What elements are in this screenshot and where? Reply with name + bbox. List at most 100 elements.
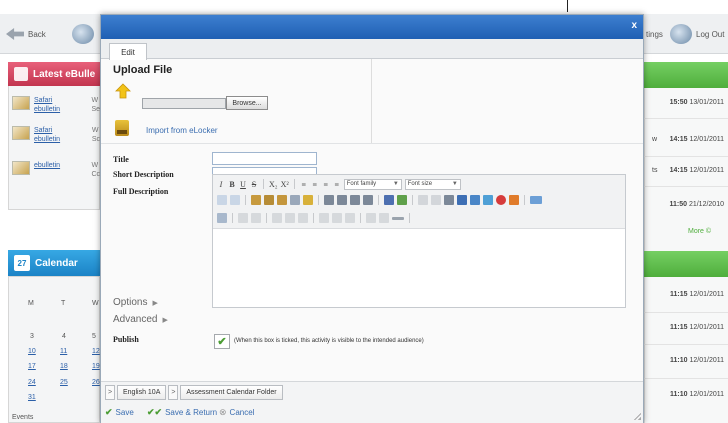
align-center-icon[interactable]: ≡ (311, 180, 319, 189)
breadcrumb-course[interactable]: English 10A (117, 385, 167, 400)
outdent-icon[interactable] (350, 195, 360, 205)
bulletin-link[interactable]: ebulletin (34, 161, 60, 170)
highlight-color-icon[interactable] (397, 195, 407, 205)
calendar-day[interactable]: 19 (92, 363, 100, 370)
subscript-button[interactable]: X₂ (269, 180, 278, 189)
bulletin-link[interactable]: Safari ebulletin (34, 96, 60, 114)
insert-chart-icon[interactable] (457, 195, 467, 205)
align-right-icon[interactable]: ≡ (322, 180, 330, 189)
merge-cells-icon[interactable] (379, 213, 389, 223)
select-all-icon[interactable] (290, 195, 300, 205)
activity-row[interactable]: 11:15 12/01/2011 (652, 291, 728, 298)
bulletin-item[interactable]: Safari ebulletin W Se (12, 96, 100, 118)
activity-row[interactable]: 11:10 12/01/2011 (652, 357, 728, 364)
numbered-list-icon[interactable] (337, 195, 347, 205)
cell-props-icon[interactable] (251, 213, 261, 223)
activity-row[interactable]: 11:15 12/01/2011 (652, 324, 728, 331)
calendar-day[interactable]: 17 (28, 363, 36, 370)
save-button[interactable]: ✔ Save (105, 407, 134, 418)
insert-col-before-icon[interactable] (319, 213, 329, 223)
align-left-icon[interactable]: ≡ (300, 180, 308, 189)
anchor-icon[interactable] (431, 195, 441, 205)
clean-icon[interactable] (303, 195, 313, 205)
bulletin-item[interactable]: ebulletin W Cc (12, 161, 100, 183)
bulletin-item[interactable]: Safari ebulletin W Sc (12, 126, 100, 148)
logout-button[interactable]: Log Out (670, 20, 724, 48)
activity-row[interactable]: 11:50 21/12/2010 (652, 201, 728, 208)
paste-icon[interactable] (251, 195, 261, 205)
calendar-day[interactable]: 26 (92, 379, 100, 386)
calendar-day[interactable]: 18 (60, 363, 68, 370)
calendar-day[interactable]: 5 (92, 333, 96, 340)
bullet-list-icon[interactable] (324, 195, 334, 205)
tab-edit[interactable]: Edit (109, 43, 147, 60)
save-return-button[interactable]: ✔✔ Save & Return (147, 407, 217, 418)
activity-row[interactable]: 11:10 12/01/2011 (652, 391, 728, 398)
fullscreen-icon[interactable] (530, 196, 542, 204)
calendar-day[interactable]: 12 (92, 348, 100, 355)
calendar-day[interactable]: 11 (60, 348, 67, 355)
bold-button[interactable]: B (228, 180, 236, 189)
bulletin-link-line2[interactable]: ebulletin (34, 106, 60, 113)
import-elocker-link[interactable]: Import from eLocker (146, 126, 218, 135)
insert-row-before-icon[interactable] (272, 213, 282, 223)
horizontal-rule-icon[interactable] (418, 195, 428, 205)
calendar-day[interactable]: 24 (28, 379, 36, 386)
activity-row[interactable]: w 14:15 12/01/2011 (652, 136, 728, 143)
insert-flash-icon[interactable] (509, 195, 519, 205)
rich-text-editor[interactable]: I B U S X₂ X² ≡ ≡ ≡ ≡ Font family ▼ Font… (212, 174, 626, 308)
align-justify-icon[interactable]: ≡ (333, 180, 341, 189)
bulletin-link-line1[interactable]: Safari (34, 127, 52, 134)
more-link[interactable]: More © (688, 228, 711, 235)
superscript-button[interactable]: X² (281, 180, 289, 189)
bulletin-link-line1[interactable]: ebulletin (34, 162, 60, 169)
insert-col-after-icon[interactable] (332, 213, 342, 223)
insert-row-after-icon[interactable] (285, 213, 295, 223)
delete-row-icon[interactable] (298, 213, 308, 223)
back-button[interactable]: Back (6, 20, 46, 48)
copy-icon[interactable] (230, 195, 240, 205)
split-cells-icon[interactable] (366, 213, 376, 223)
bulletin-link-line2[interactable]: ebulletin (34, 136, 60, 143)
paste-text-icon[interactable] (264, 195, 274, 205)
calendar-day[interactable]: 4 (62, 333, 66, 340)
dialog-titlebar[interactable] (101, 15, 643, 39)
line-icon[interactable] (392, 216, 404, 220)
delete-col-icon[interactable] (345, 213, 355, 223)
record-icon[interactable] (496, 195, 506, 205)
table-icon[interactable] (217, 213, 227, 223)
paste-word-icon[interactable] (277, 195, 287, 205)
calendar-day[interactable]: 25 (60, 379, 68, 386)
cut-icon[interactable] (217, 195, 227, 205)
activity-row[interactable]: 15:50 13/01/2011 (652, 99, 728, 106)
font-family-select[interactable]: Font family ▼ (343, 178, 402, 190)
settings-button[interactable]: tings (646, 20, 663, 48)
cancel-button[interactable]: ⊗ Cancel (219, 407, 254, 418)
special-char-icon[interactable] (444, 195, 454, 205)
indent-icon[interactable] (363, 195, 373, 205)
close-icon[interactable]: x (631, 20, 637, 31)
insert-table-icon[interactable] (470, 195, 480, 205)
advanced-toggle[interactable]: Advanced ▶ (113, 314, 168, 325)
resize-handle[interactable] (633, 412, 641, 420)
calendar-day[interactable]: 31 (28, 394, 36, 401)
underline-button[interactable]: U (239, 180, 247, 189)
insert-media-icon[interactable] (483, 195, 493, 205)
calendar-day[interactable]: 10 (28, 348, 36, 355)
bulletin-link[interactable]: Safari ebulletin (34, 126, 60, 144)
strikethrough-button[interactable]: S (250, 180, 258, 189)
browse-button[interactable]: Browse... (226, 96, 268, 110)
font-size-select[interactable]: Font size ▼ (404, 178, 461, 190)
row-props-icon[interactable] (238, 213, 248, 223)
title-input[interactable] (212, 152, 317, 165)
publish-checkbox[interactable]: ✔ (214, 334, 230, 349)
activity-row[interactable]: ts 14:15 12/01/2011 (652, 167, 728, 174)
breadcrumb-folder[interactable]: Assessment Calendar Folder (180, 385, 283, 400)
bulletin-link-line1[interactable]: Safari (34, 97, 52, 104)
options-toggle[interactable]: Options ▶ (113, 297, 158, 308)
calendar-day[interactable]: 3 (30, 333, 34, 340)
home-button[interactable] (72, 20, 94, 48)
text-color-icon[interactable] (384, 195, 394, 205)
italic-button[interactable]: I (217, 180, 225, 189)
file-path-field[interactable] (142, 98, 226, 109)
